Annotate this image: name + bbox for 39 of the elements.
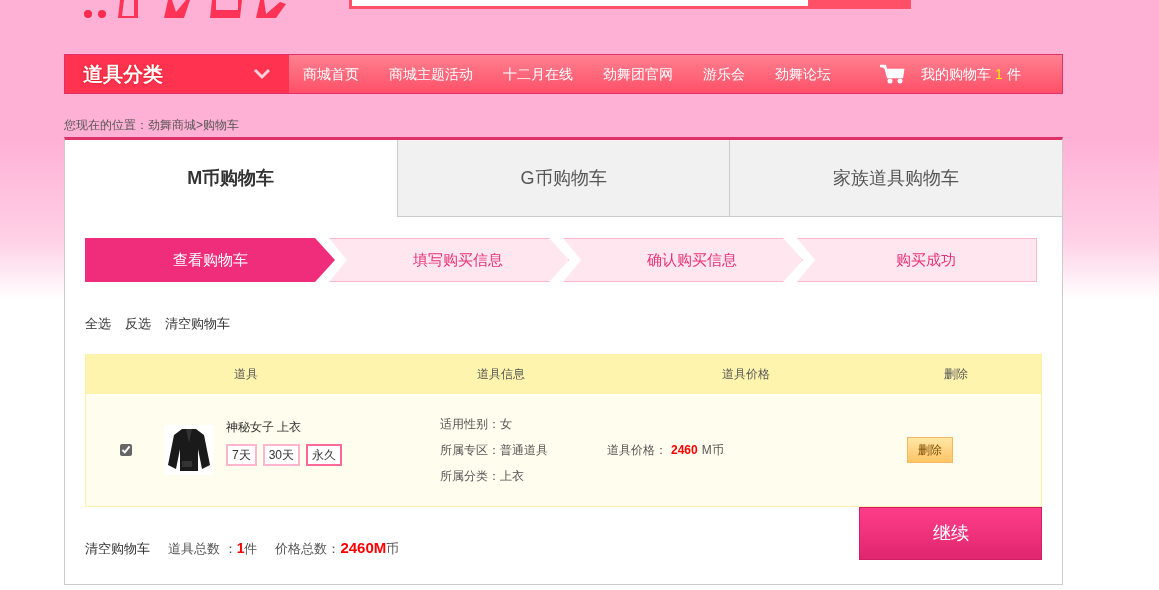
total-count-unit: 件 — [244, 539, 258, 558]
cart-tab[interactable]: 家族道具购物车 — [729, 140, 1062, 217]
progress-step: 查看购物车 — [85, 238, 335, 282]
duration-option[interactable]: 永久 — [306, 443, 343, 466]
action-link[interactable]: 清空购物车 — [165, 314, 230, 334]
cart-count: 1 — [995, 64, 1003, 84]
cart-tab[interactable]: G币购物车 — [396, 140, 730, 217]
total-price: 2460M — [340, 537, 387, 558]
column-header: 道具价格 — [721, 366, 771, 383]
delete-button[interactable]: 删除 — [907, 436, 953, 463]
continue-button[interactable]: 继续 — [859, 506, 1042, 560]
progress-step: 购买成功 — [797, 238, 1037, 282]
breadcrumb: 您现在的位置：劲舞商城>购物车 — [64, 117, 240, 133]
price-unit: M币 — [701, 441, 724, 459]
duration-option[interactable]: 7天 — [226, 443, 257, 466]
item-info: 所属分类：上衣 — [440, 467, 525, 485]
column-header: 道具信息 — [476, 366, 526, 383]
item-checkbox[interactable] — [120, 443, 132, 456]
cart-icon[interactable] — [879, 64, 905, 84]
progress-step: 确认购买信息 — [563, 238, 803, 282]
chevron-icon — [253, 68, 271, 80]
duration-option[interactable]: 30天 — [262, 443, 301, 466]
total-price-label: 价格总数： — [275, 539, 341, 558]
item-name: 神秘女子 上衣 — [226, 418, 303, 436]
action-link[interactable]: 反选 — [125, 314, 151, 334]
total-count: 1 — [236, 538, 245, 558]
item-info: 所属专区：普通道具 — [440, 441, 549, 459]
progress-step: 填写购买信息 — [329, 238, 569, 282]
column-header: 删除 — [943, 366, 969, 383]
column-header: 道具 — [233, 366, 259, 383]
total-price-unit: 币 — [386, 539, 400, 558]
price-label: 道具价格： — [607, 441, 667, 459]
action-link[interactable]: 全选 — [85, 314, 111, 334]
cart-unit: 件 — [1006, 64, 1021, 84]
clear-cart-link[interactable]: 清空购物车 — [85, 538, 150, 558]
item-info: 适用性别：女 — [440, 415, 513, 433]
price-value: 2460 — [671, 441, 698, 459]
total-count-label: 道具总数 ： — [168, 539, 237, 558]
category-menu[interactable]: 道具分类 — [65, 55, 289, 93]
